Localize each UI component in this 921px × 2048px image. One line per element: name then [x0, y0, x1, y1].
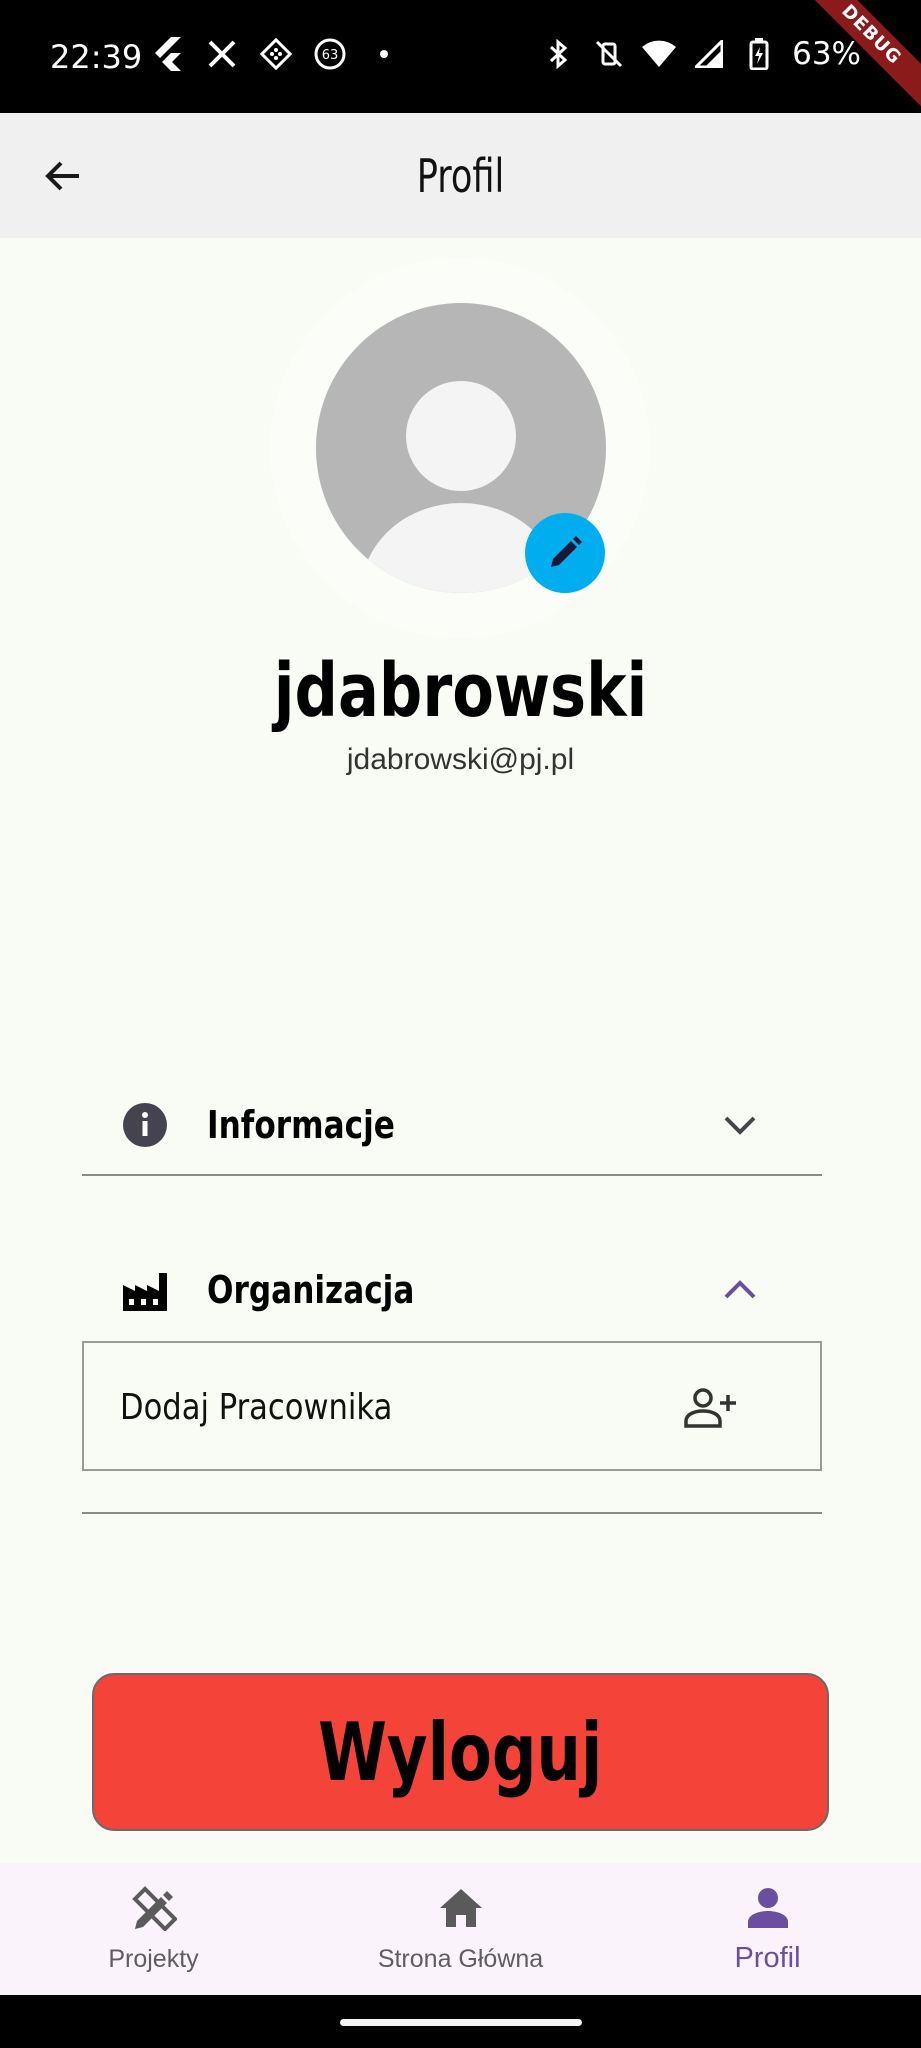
page-title: Profil — [416, 149, 505, 203]
bluetooth-icon — [542, 36, 576, 72]
username: jdabrowski — [273, 648, 648, 734]
pencil-icon — [551, 536, 582, 567]
nav-label-profil: Profil — [734, 1942, 801, 1974]
chevron-down-icon — [715, 1100, 765, 1150]
battery-charging-icon — [742, 36, 776, 72]
wifi-icon — [642, 36, 677, 72]
vibrate-off-icon — [592, 36, 626, 72]
app-bar: Profil — [0, 113, 921, 238]
logout-button[interactable]: Wyloguj — [92, 1673, 829, 1831]
user-email: jdabrowski@pj.pl — [346, 743, 575, 776]
section-organizacja[interactable]: Organizacja — [82, 1240, 822, 1340]
status-bar: 22:39 63 63% DEBUG — [0, 0, 921, 113]
gesture-area — [0, 1995, 921, 2048]
factory-icon — [120, 1265, 170, 1315]
design-tools-icon — [129, 1883, 179, 1933]
section-informacje[interactable]: Informacje — [82, 1075, 822, 1175]
dot-icon — [366, 36, 402, 72]
nav-item-profil[interactable]: Profil — [614, 1863, 921, 1995]
person-icon — [743, 1883, 793, 1933]
divider — [82, 1512, 822, 1514]
person-add-icon — [682, 1383, 738, 1433]
notification-icons: 63 — [150, 36, 402, 72]
status-right-icons: 63% — [542, 36, 861, 72]
x-icon — [204, 36, 240, 72]
nav-label-projekty: Projekty — [108, 1945, 199, 1973]
status-time: 22:39 — [50, 38, 143, 76]
nav-label-strona-glowna: Strona Główna — [377, 1945, 544, 1973]
bottom-navigation: Projekty Strona Główna Profil — [0, 1863, 921, 1995]
nav-item-strona-glowna[interactable]: Strona Główna — [307, 1863, 614, 1995]
section-label-informacje: Informacje — [207, 1103, 395, 1147]
info-icon — [120, 1100, 170, 1150]
flutter-icon — [150, 36, 186, 72]
nav-item-projekty[interactable]: Projekty — [0, 1863, 307, 1995]
svg-text:63: 63 — [322, 48, 339, 63]
divider — [82, 1174, 822, 1176]
battery-percent: 63% — [792, 36, 861, 72]
add-employee-label: Dodaj Pracownika — [120, 1387, 393, 1428]
section-label-organizacja: Organizacja — [207, 1268, 415, 1312]
badge-63-icon: 63 — [312, 36, 348, 72]
home-gesture-handle[interactable] — [340, 2019, 582, 2026]
chevron-up-icon — [715, 1265, 765, 1315]
signal-icon — [692, 36, 726, 72]
home-icon — [436, 1883, 486, 1933]
default-avatar-icon — [406, 381, 516, 491]
edit-avatar-button[interactable] — [525, 513, 605, 593]
grid-app-icon — [258, 36, 294, 72]
logout-label: Wyloguj — [318, 1705, 603, 1799]
add-employee-button[interactable]: Dodaj Pracownika — [82, 1341, 822, 1471]
profile-content: jdabrowski jdabrowski@pj.pl Informacje O… — [0, 238, 921, 1863]
